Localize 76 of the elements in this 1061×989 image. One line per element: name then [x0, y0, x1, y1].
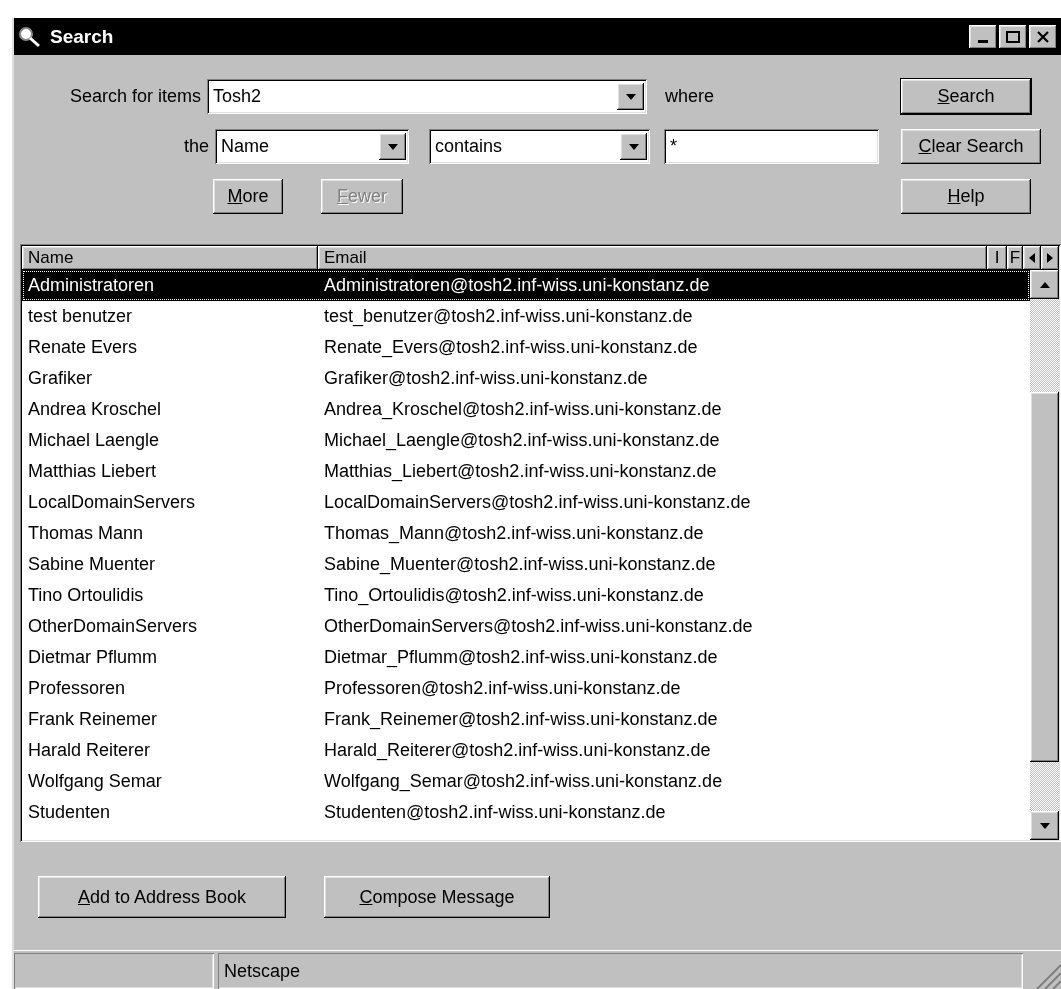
- button[interactable]: Help: [901, 179, 1031, 214]
- table-cell-text: Sabine_Muenter@tosh2.inf-wiss.uni-konstanz.de: [323, 554, 716, 576]
- left-arrow-icon: [1029, 253, 1035, 264]
- column-header[interactable]: I: [987, 246, 1007, 271]
- table-row[interactable]: Administratoren Administratoren@tosh2.inf-wiss.uni-konstanz.de: [22, 270, 1030, 302]
- action-button[interactable]: Compose Message: [324, 876, 550, 919]
- table-cell-text: Andrea_Kroschel@tosh2.inf-wiss.uni-konstanz.de: [323, 399, 722, 421]
- table-cell-text: Wolfgang Semar: [27, 771, 163, 793]
- dropdown-arrow-icon: [625, 93, 636, 100]
- button[interactable]: Clear Search: [901, 129, 1041, 164]
- table-cell-text: Thomas Mann: [27, 523, 145, 545]
- right-arrow-icon: [1047, 253, 1053, 264]
- table-cell-text: Administratoren@tosh2.inf-wiss.uni-konstanz.de: [323, 275, 710, 297]
- table-cell-text: Grafiker: [27, 368, 93, 390]
- button[interactable]: More: [213, 179, 283, 214]
- table-cell-text: LocalDomainServers@tosh2.inf-wiss.uni-konstanz.de: [323, 492, 751, 514]
- table-cell-text: Professoren@tosh2.inf-wiss.uni-konstanz.de: [323, 678, 681, 700]
- button[interactable]: Search: [901, 79, 1031, 114]
- where-label: where: [665, 86, 715, 107]
- scroll-thumb[interactable]: [1030, 392, 1059, 763]
- table-cell-text: Frank_Reinemer@tosh2.inf-wiss.uni-konstanz.de: [323, 709, 718, 731]
- maximize-button[interactable]: [999, 24, 1027, 49]
- table-cell-text: Wolfgang_Semar@tosh2.inf-wiss.uni-konstanz.de: [323, 771, 723, 793]
- vertical-scrollbar[interactable]: [1030, 270, 1059, 841]
- table-cell-text: Michael Laengle: [27, 430, 161, 452]
- table-cell-text: Michael_Laengle@tosh2.inf-wiss.uni-konstanz.de: [323, 430, 720, 452]
- table-cell-text: Thomas_Mann@tosh2.inf-wiss.uni-konstanz.de: [323, 523, 704, 545]
- close-button[interactable]: [1029, 24, 1057, 49]
- close-icon: [1037, 30, 1049, 43]
- field-dropdown[interactable]: Name: [215, 129, 409, 164]
- magnifier-icon: [18, 25, 42, 48]
- table-cell-text: Matthias Liebert: [27, 461, 158, 483]
- table-cell-text: LocalDomainServers: [27, 492, 197, 514]
- table-cell-text: Administratoren: [27, 275, 156, 297]
- maximize-icon: [1006, 30, 1020, 43]
- table-cell-text: Dietmar_Pflumm@tosh2.inf-wiss.uni-konstanz.de: [323, 647, 718, 669]
- table-cell-text: Sabine Muenter: [27, 554, 157, 576]
- table-cell-text: Harald_Reiterer@tosh2.inf-wiss.uni-konstanz.de: [323, 740, 711, 762]
- column-header[interactable]: F: [1007, 246, 1023, 271]
- status-text: Netscape: [218, 953, 1023, 989]
- down-arrow-icon: [1039, 822, 1050, 829]
- column-header[interactable]: Name: [22, 246, 318, 271]
- table-cell-text: Professoren: [27, 678, 127, 700]
- table-cell-text: Studenten: [27, 802, 112, 824]
- search-for-label: Search for items: [68, 86, 202, 107]
- minimize-button[interactable]: [969, 24, 997, 49]
- table-cell-text: Harald Reiterer: [27, 740, 152, 762]
- the-label: the: [182, 136, 210, 157]
- table-cell-text: Renate Evers: [27, 337, 139, 359]
- scroll-down-button[interactable]: [1030, 811, 1059, 841]
- scroll-up-button[interactable]: [1030, 270, 1059, 300]
- table-cell-text: Andrea Kroschel: [27, 399, 163, 421]
- scroll-right-button[interactable]: [1041, 246, 1059, 271]
- table-cell-text: Renate_Evers@tosh2.inf-wiss.uni-konstanz.de: [323, 337, 698, 359]
- minimize-icon: [978, 39, 988, 43]
- table-cell-text: OtherDomainServers: [27, 616, 199, 638]
- scope-dropdown[interactable]: Tosh2: [207, 79, 647, 114]
- window-title: Search: [50, 25, 115, 48]
- dropdown-arrow-icon: [387, 143, 398, 150]
- up-arrow-icon: [1039, 281, 1050, 288]
- table-cell-text: Frank Reinemer: [27, 709, 159, 731]
- table-cell-text: Grafiker@tosh2.inf-wiss.uni-konstanz.de: [323, 368, 648, 390]
- table-cell-text: OtherDomainServers@tosh2.inf-wiss.uni-konstanz.de: [323, 616, 753, 638]
- table-cell-text: Tino Ortoulidis: [27, 585, 145, 607]
- value-field[interactable]: *: [664, 129, 879, 164]
- operator-dropdown[interactable]: contains: [429, 129, 650, 164]
- action-button[interactable]: Add to Address Book: [38, 876, 286, 919]
- dropdown-arrow-icon: [628, 143, 639, 150]
- table-cell-text: Tino_Ortoulidis@tosh2.inf-wiss.uni-konstanz.de: [323, 585, 704, 607]
- column-header[interactable]: Email: [318, 246, 987, 271]
- table-cell-text: Dietmar Pflumm: [27, 647, 158, 669]
- scroll-left-button[interactable]: [1023, 246, 1041, 271]
- table-cell-text: test_benutzer@tosh2.inf-wiss.uni-konstanz.de: [323, 306, 693, 328]
- table-cell-text: Studenten@tosh2.inf-wiss.uni-konstanz.de: [323, 802, 666, 824]
- table-cell-text: test benutzer: [27, 306, 134, 328]
- table-cell-text: Matthias_Liebert@tosh2.inf-wiss.uni-konstanz.de: [323, 461, 717, 483]
